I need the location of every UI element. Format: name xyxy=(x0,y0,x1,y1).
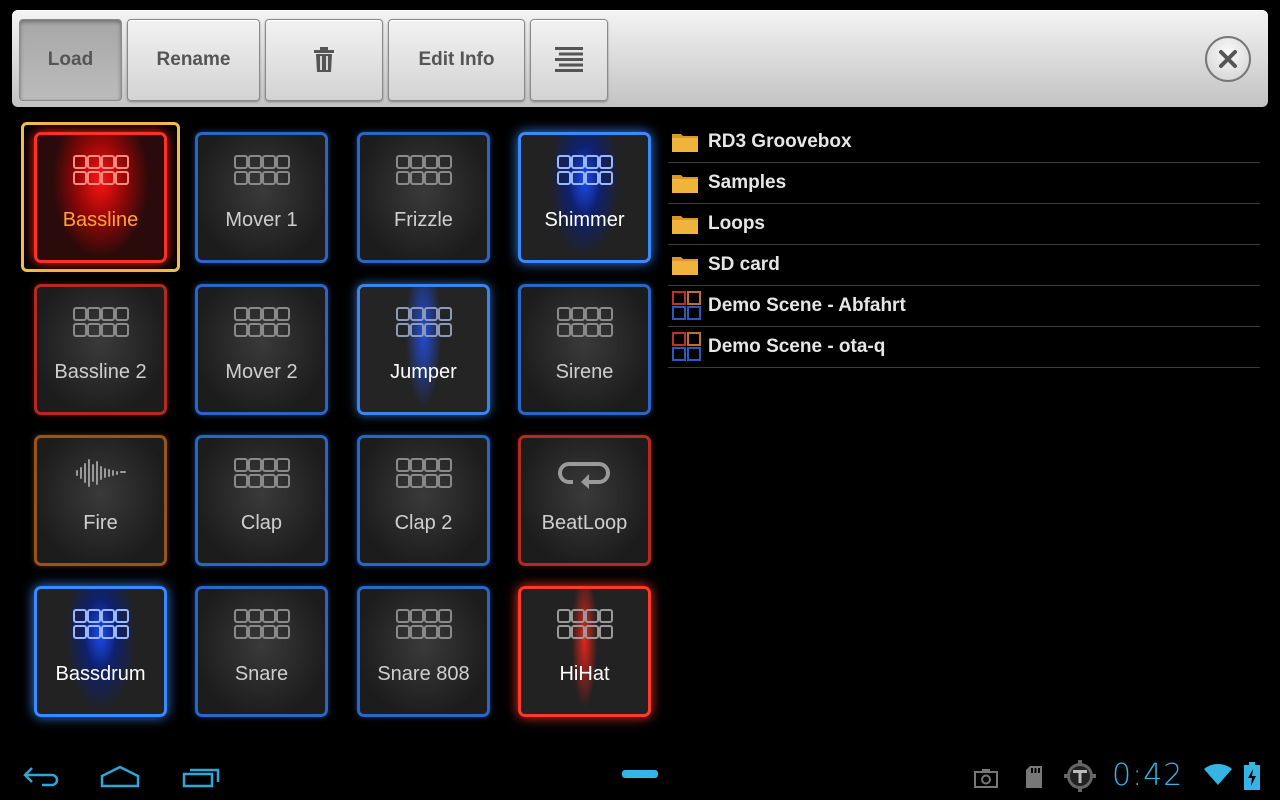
pattern-grid-icon xyxy=(395,609,452,639)
pad-label: Clap xyxy=(240,512,283,534)
pad-label: Frizzle xyxy=(394,209,453,231)
list-item[interactable]: Loops xyxy=(668,204,1260,245)
scene-icon xyxy=(672,291,701,320)
pattern-grid-icon xyxy=(395,458,452,488)
pattern-grid-icon xyxy=(233,307,290,337)
folder-icon xyxy=(672,175,698,193)
pad-label: Clap 2 xyxy=(394,512,453,534)
pad-clap[interactable]: Clap xyxy=(195,435,328,566)
pattern-grid-icon xyxy=(556,155,613,185)
sd-card-icon xyxy=(1026,766,1042,788)
pad-label: Snare xyxy=(234,663,289,685)
rename-button[interactable]: Rename xyxy=(127,19,260,101)
pattern-grid-icon xyxy=(556,307,613,337)
file-browser-list: RD3 Groovebox Samples Loops SD card Demo… xyxy=(668,122,1260,368)
app-notification-icon xyxy=(1064,760,1096,792)
pad-snare-808[interactable]: Snare 808 xyxy=(357,586,490,717)
pad-label: HiHat xyxy=(559,663,610,685)
pattern-grid-icon xyxy=(556,609,613,639)
pad-frizzle[interactable]: Frizzle xyxy=(357,132,490,263)
list-item[interactable]: RD3 Groovebox xyxy=(668,122,1260,163)
list-item[interactable]: Demo Scene - ota-q xyxy=(668,327,1260,368)
pattern-grid-icon xyxy=(233,458,290,488)
pad-label: BeatLoop xyxy=(541,512,628,534)
pad-clap-2[interactable]: Clap 2 xyxy=(357,435,490,566)
pad-label: Shimmer xyxy=(544,209,625,231)
pad-label: Sirene xyxy=(555,361,614,383)
screenshot-icon xyxy=(974,769,998,788)
pattern-grid-icon xyxy=(395,155,452,185)
list-item-label: Loops xyxy=(708,213,765,234)
pattern-grid-icon xyxy=(72,609,129,639)
list-item-label: Samples xyxy=(708,172,787,193)
pad-label: Jumper xyxy=(390,361,457,383)
list-item[interactable]: SD card xyxy=(668,245,1260,286)
pad-label: Mover 2 xyxy=(225,361,298,383)
loop-icon xyxy=(557,462,610,489)
pattern-grid-icon xyxy=(233,609,290,639)
pad-label: Snare 808 xyxy=(377,663,470,685)
pad-snare[interactable]: Snare xyxy=(195,586,328,717)
pad-label: Bassline 2 xyxy=(54,361,147,383)
pad-shimmer[interactable]: Shimmer xyxy=(518,132,651,263)
close-icon xyxy=(1219,50,1237,68)
battery-icon xyxy=(1244,762,1260,790)
pad-beatloop[interactable]: BeatLoop xyxy=(518,435,651,566)
menu-handle-icon[interactable] xyxy=(622,770,658,780)
pad-mover-1[interactable]: Mover 1 xyxy=(195,132,328,263)
list-item-label: Demo Scene - ota-q xyxy=(708,336,886,357)
back-icon[interactable] xyxy=(22,764,60,788)
pattern-grid-icon xyxy=(72,155,129,185)
pattern-grid-icon xyxy=(395,307,452,337)
list-item[interactable]: Samples xyxy=(668,163,1260,204)
menu-button[interactable] xyxy=(530,19,608,101)
folder-icon xyxy=(672,134,698,152)
list-item-label: RD3 Groovebox xyxy=(708,131,852,152)
system-bar: 0:42 xyxy=(0,750,1280,800)
folder-icon xyxy=(672,257,698,275)
pad-label: Fire xyxy=(83,512,118,534)
list-item-label: SD card xyxy=(708,254,780,275)
pad-label: Mover 1 xyxy=(225,209,298,231)
close-button[interactable] xyxy=(1205,36,1251,82)
list-item-label: Demo Scene - Abfahrt xyxy=(708,295,906,316)
trash-icon xyxy=(314,47,334,72)
toolbar: Load Rename Edit Info xyxy=(12,10,1268,107)
waveform-icon xyxy=(75,459,126,487)
pad-bassline-2[interactable]: Bassline 2 xyxy=(34,284,167,415)
pad-jumper[interactable]: Jumper xyxy=(357,284,490,415)
edit-info-button[interactable]: Edit Info xyxy=(388,19,525,101)
pad-hihat[interactable]: HiHat xyxy=(518,586,651,717)
folder-icon xyxy=(672,216,698,234)
wifi-icon xyxy=(1204,764,1232,785)
pad-fire[interactable]: Fire xyxy=(34,435,167,566)
recent-apps-icon[interactable] xyxy=(182,766,220,788)
load-button[interactable]: Load xyxy=(19,19,122,101)
status-clock: 0:42 xyxy=(1112,758,1184,793)
pad-mover-2[interactable]: Mover 2 xyxy=(195,284,328,415)
list-menu-icon xyxy=(555,47,583,72)
pad-bassline[interactable]: Bassline xyxy=(34,132,167,263)
delete-button[interactable] xyxy=(265,19,383,101)
pad-label: Bassdrum xyxy=(55,663,146,685)
list-item[interactable]: Demo Scene - Abfahrt xyxy=(668,286,1260,327)
pad-bassdrum[interactable]: Bassdrum xyxy=(34,586,167,717)
pad-sirene[interactable]: Sirene xyxy=(518,284,651,415)
pad-label: Bassline xyxy=(62,209,139,231)
home-icon[interactable] xyxy=(100,764,140,788)
pattern-grid-icon xyxy=(233,155,290,185)
pattern-grid-icon xyxy=(72,307,129,337)
scene-icon xyxy=(672,332,701,361)
